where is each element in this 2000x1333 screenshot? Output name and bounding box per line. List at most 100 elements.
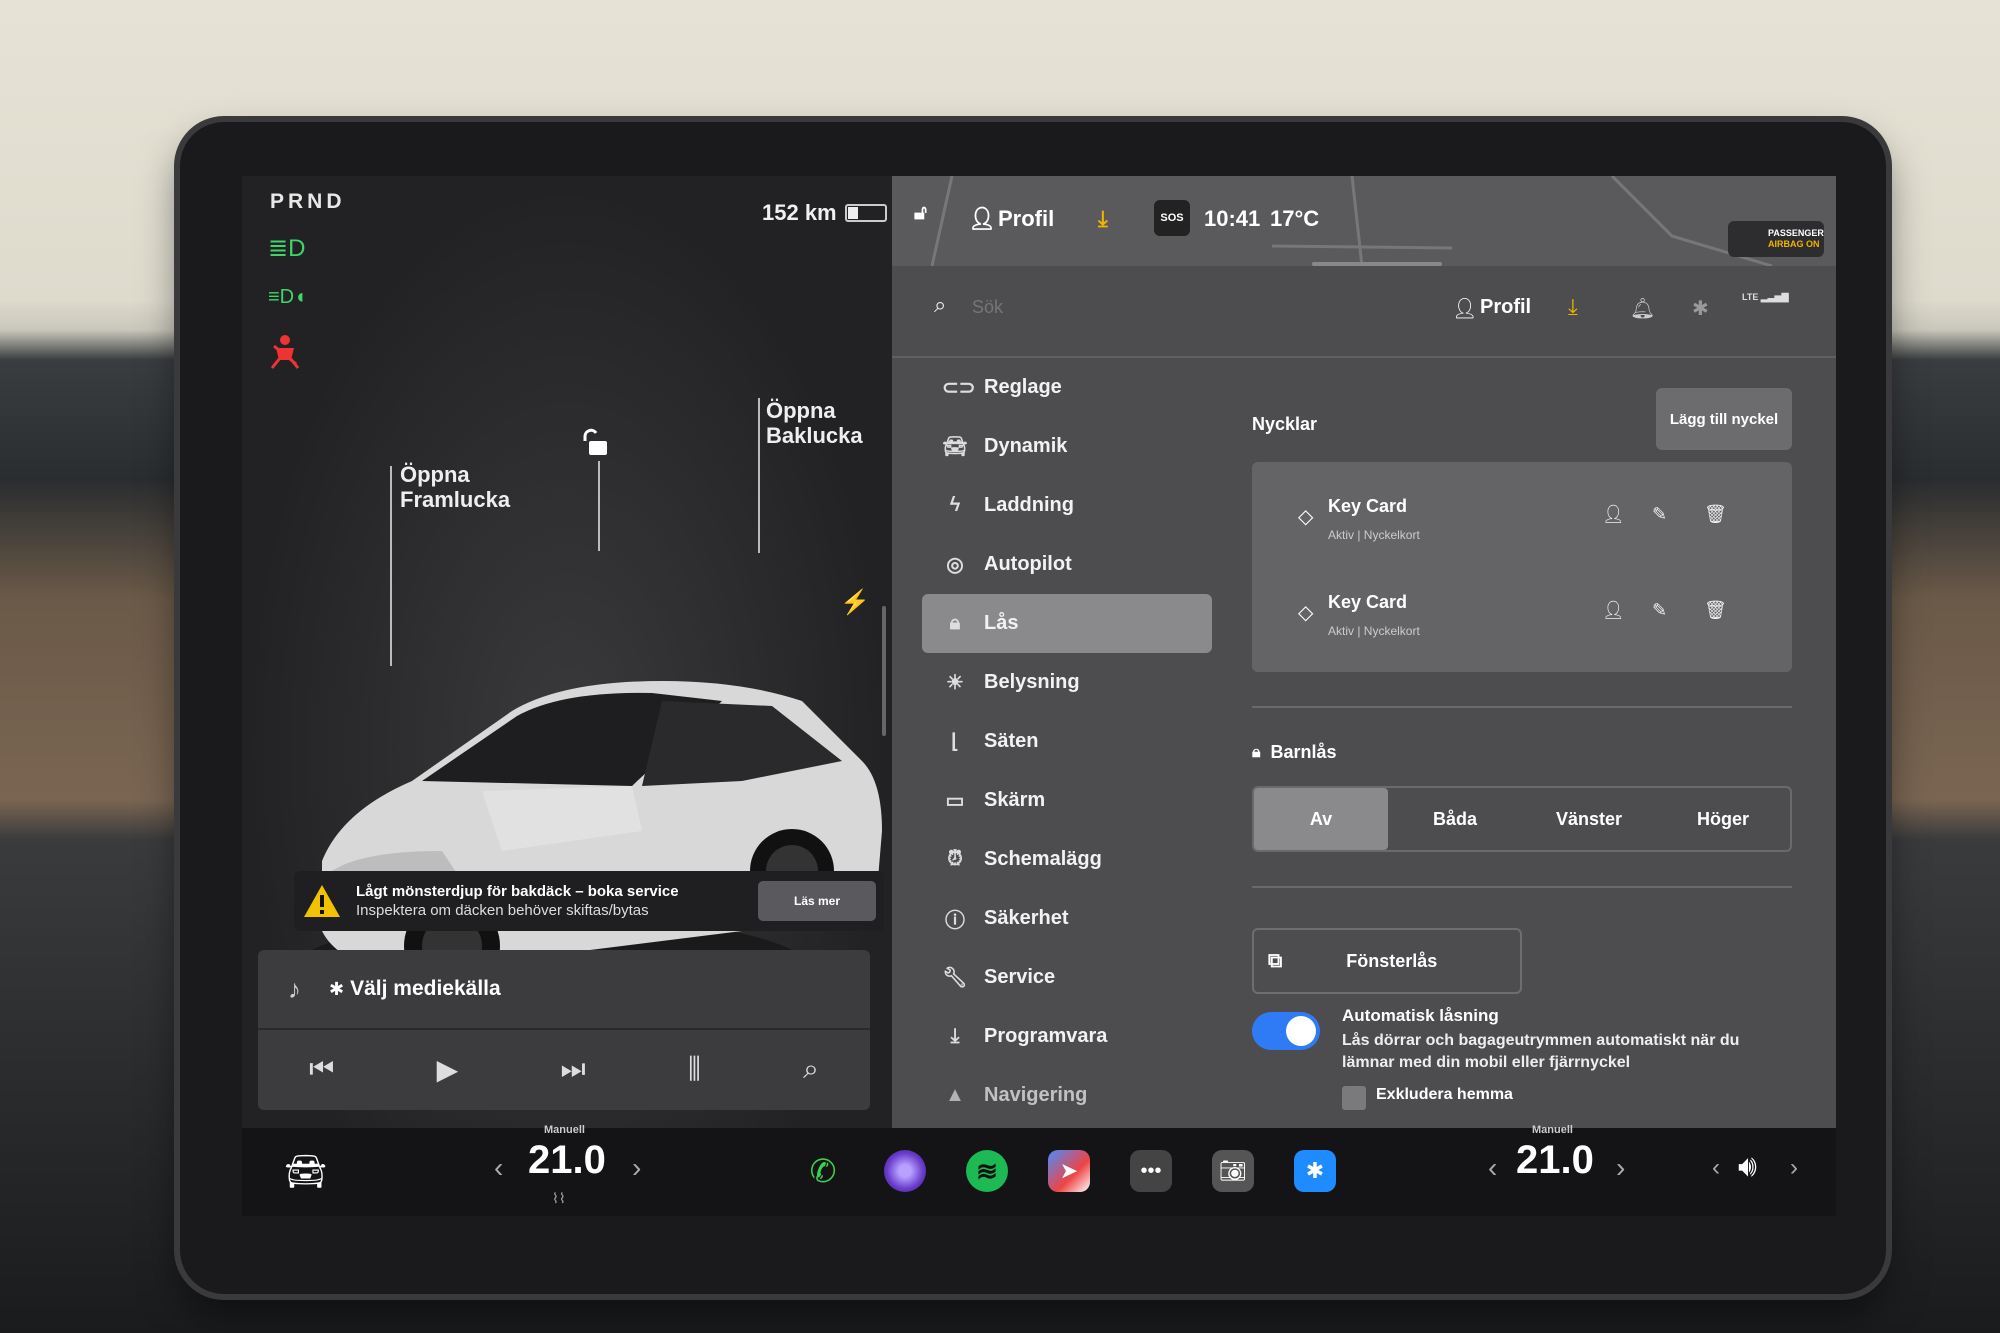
menu-label: Reglage: [984, 376, 1062, 398]
navigation-app-icon[interactable]: ➤: [1048, 1150, 1090, 1192]
delete-trash-icon[interactable]: 🗑︎: [1704, 600, 1727, 621]
read-more-button[interactable]: Läs mer: [758, 881, 876, 921]
child-lock-heading: 🔒︎ Barnlås: [1252, 742, 1337, 763]
settings-menu: ⊂⊃ Reglage 🚘︎ Dynamik ϟ Laddning ◎ Autopilot…: [922, 358, 1212, 1125]
key-card-item[interactable]: ◇ Key Card Aktiv | Nyckelkort 👤︎ ✎ 🗑︎: [1252, 570, 1792, 660]
key-status: Aktiv | Nyckelkort: [1328, 528, 1420, 542]
key-card-icon: ◇: [1298, 602, 1314, 624]
media-search-icon[interactable]: ⌕: [803, 1053, 819, 1086]
right-temp-up-chevron[interactable]: ›: [1616, 1152, 1625, 1184]
next-track-icon[interactable]: ⏭: [560, 1053, 585, 1086]
menu-item-dynamik[interactable]: 🚘︎ Dynamik: [922, 417, 1212, 476]
previous-track-icon[interactable]: ⏮: [309, 1053, 334, 1086]
frunk-label-2: Framlucka: [400, 487, 511, 512]
right-temp-down-chevron[interactable]: ‹: [1488, 1152, 1497, 1184]
left-temp-up-chevron[interactable]: ›: [632, 1152, 641, 1184]
charging-bolt-icon: ϟ: [949, 494, 961, 516]
search-icon: ⌕: [934, 292, 947, 317]
delete-trash-icon[interactable]: 🗑︎: [1704, 504, 1727, 525]
dashcam-app-icon[interactable]: 📷︎: [1212, 1150, 1254, 1192]
menu-item-navigering[interactable]: ▲ Navigering: [922, 1066, 1212, 1125]
volume-icon[interactable]: 🔊︎: [1738, 1150, 1757, 1184]
child-lock-option-off[interactable]: Av: [1254, 788, 1388, 850]
menu-label: Dynamik: [984, 435, 1068, 457]
frunk-label-1: Öppna: [400, 462, 470, 487]
bluetooth-app-icon[interactable]: ✱: [1294, 1150, 1336, 1192]
child-lock-option-both[interactable]: Båda: [1388, 788, 1522, 850]
touchscreen: PRND ≣D ≡D◖ 152 km Öppna Framlucka Öppna B…: [242, 176, 1836, 1216]
menu-label: Programvara: [984, 1025, 1108, 1047]
profile-button[interactable]: Profil: [998, 206, 1054, 232]
assign-profile-icon[interactable]: 👤︎: [1602, 600, 1625, 621]
volume-down-chevron[interactable]: ‹: [1712, 1154, 1720, 1182]
bluetooth-icon: ✱: [329, 978, 345, 999]
menu-item-programvara[interactable]: ⤓ Programvara: [922, 1007, 1212, 1066]
alert-title: Lågt mönsterdjup för bakdäck – boka serv…: [356, 883, 679, 900]
notification-bell-icon[interactable]: 🔔︎: [1630, 296, 1655, 321]
left-temp-down-chevron[interactable]: ‹: [494, 1152, 503, 1184]
menu-label: Belysning: [984, 671, 1080, 693]
menu-item-skarm[interactable]: ▭ Skärm: [922, 771, 1212, 830]
child-lock-option-right[interactable]: Höger: [1656, 788, 1790, 850]
left-temperature[interactable]: 21.0: [528, 1138, 606, 1183]
child-lock-selector: Av Båda Vänster Höger: [1252, 786, 1792, 852]
more-apps-icon[interactable]: •••: [1130, 1150, 1172, 1192]
menu-item-service[interactable]: 🔧︎ Service: [922, 948, 1212, 1007]
battery-icon: [844, 204, 887, 222]
equalizer-icon[interactable]: ⫼: [688, 1053, 701, 1086]
bluetooth-status-icon[interactable]: ✱: [1692, 296, 1709, 321]
media-source-selector[interactable]: Välj mediekälla: [350, 977, 501, 1001]
passenger-airbag-indicator: PASSENGER AIRBAG ON: [1728, 221, 1824, 257]
download-header-icon[interactable]: ⤓: [1568, 294, 1578, 320]
alarm-clock-icon: ⏰︎: [947, 848, 963, 870]
spotify-app-icon[interactable]: ≋: [966, 1150, 1008, 1192]
key-list: ◇ Key Card Aktiv | Nyckelkort 👤︎ ✎ 🗑︎ ◇ …: [1252, 462, 1792, 672]
menu-item-sakerhet[interactable]: ⓘ Säkerhet: [922, 889, 1212, 948]
unlock-icon[interactable]: [580, 428, 610, 465]
car-status-pane: PRND ≣D ≡D◖ 152 km Öppna Framlucka Öppna B…: [242, 176, 892, 1128]
lock-status-icon[interactable]: 🔓︎: [914, 202, 927, 225]
assign-profile-icon[interactable]: 👤︎: [1602, 504, 1625, 525]
open-frunk-button[interactable]: Öppna Framlucka: [400, 462, 510, 512]
play-icon[interactable]: ▶: [437, 1053, 459, 1086]
key-card-icon: ◇: [1298, 506, 1314, 528]
right-temperature[interactable]: 21.0: [1516, 1138, 1594, 1183]
edit-pencil-icon[interactable]: ✎: [1652, 600, 1667, 621]
outside-temperature: 17°C: [1270, 206, 1320, 231]
open-trunk-button[interactable]: Öppna Baklucka: [766, 398, 863, 448]
menu-item-reglage[interactable]: ⊂⊃ Reglage: [922, 358, 1212, 417]
download-icon[interactable]: ⤓: [1098, 206, 1108, 232]
profile-header-button[interactable]: Profil: [1480, 296, 1531, 319]
phone-app-icon[interactable]: ✆: [802, 1150, 844, 1192]
menu-item-saten[interactable]: ⌊ Säten: [922, 712, 1212, 771]
camera-app-icon[interactable]: [884, 1150, 926, 1192]
car-icon: 🚘︎: [942, 436, 968, 458]
edit-pencil-icon[interactable]: ✎: [1652, 504, 1667, 525]
warning-icon: [304, 885, 340, 917]
menu-item-belysning[interactable]: ☀ Belysning: [922, 653, 1212, 712]
sos-button[interactable]: SOS: [1154, 200, 1190, 236]
menu-label: Lås: [984, 612, 1019, 634]
media-player: ♪ ✱ Välj mediekälla ⏮ ▶ ⏭ ⫼ ⌕: [258, 950, 870, 1110]
key-card-item[interactable]: ◇ Key Card Aktiv | Nyckelkort 👤︎ ✎ 🗑︎: [1252, 474, 1792, 564]
range-display: 152 km: [762, 200, 887, 226]
seat-heater-icon[interactable]: ⌇⌇: [552, 1190, 566, 1207]
exclude-home-checkbox[interactable]: [1342, 1086, 1366, 1110]
menu-item-autopilot[interactable]: ◎ Autopilot: [922, 535, 1212, 594]
parking-light-icon: ≡D◖: [268, 286, 307, 308]
add-key-button[interactable]: Lägg till nyckel: [1656, 388, 1792, 450]
menu-item-schemalagg[interactable]: ⏰︎ Schemalägg: [922, 830, 1212, 889]
menu-item-las[interactable]: 🔒︎ Lås: [922, 594, 1212, 653]
volume-up-chevron[interactable]: ›: [1790, 1154, 1798, 1182]
settings-search-input[interactable]: [972, 292, 1272, 322]
car-controls-icon[interactable]: 🚘︎: [284, 1152, 327, 1192]
section-divider: [1252, 886, 1792, 888]
menu-item-laddning[interactable]: ϟ Laddning: [922, 476, 1212, 535]
child-lock-option-left[interactable]: Vänster: [1522, 788, 1656, 850]
auto-lock-toggle[interactable]: [1252, 1012, 1320, 1050]
sun-icon: ☀: [946, 672, 964, 694]
download-arrow-icon: ⤓: [950, 1025, 960, 1047]
window-lock-button[interactable]: ⧉ Fönsterlås: [1252, 928, 1522, 994]
trunk-label-2: Baklucka: [766, 423, 863, 448]
airbag-line-1: PASSENGER: [1768, 228, 1824, 238]
